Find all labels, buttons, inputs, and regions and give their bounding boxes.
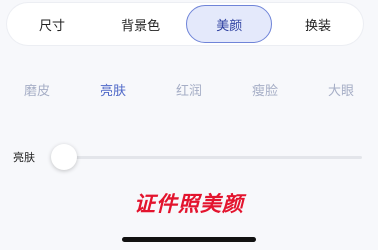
watermark: 证件照美颜 xyxy=(134,192,244,216)
effect-slim-face[interactable]: 瘦脸 xyxy=(252,80,278,99)
tab-size[interactable]: 尺寸 xyxy=(9,5,95,43)
intensity-slider-track[interactable] xyxy=(64,156,362,159)
tab-bar: 尺寸 背景色 美颜 换装 xyxy=(7,3,363,45)
intensity-slider-thumb[interactable] xyxy=(51,144,77,170)
tab-beauty[interactable]: 美颜 xyxy=(186,5,273,43)
slider-label: 亮肤 xyxy=(13,151,35,164)
tab-background-color[interactable]: 背景色 xyxy=(98,5,184,43)
effect-smooth-skin[interactable]: 磨皮 xyxy=(24,80,50,99)
effect-big-eyes[interactable]: 大眼 xyxy=(328,80,354,99)
effect-rosy[interactable]: 红润 xyxy=(176,80,202,99)
tab-outfit[interactable]: 换装 xyxy=(275,5,361,43)
effect-brighten-skin[interactable]: 亮肤 xyxy=(100,80,126,99)
beauty-effect-list: 磨皮 亮肤 红润 瘦脸 大眼 xyxy=(0,80,378,100)
home-indicator[interactable] xyxy=(122,237,256,242)
